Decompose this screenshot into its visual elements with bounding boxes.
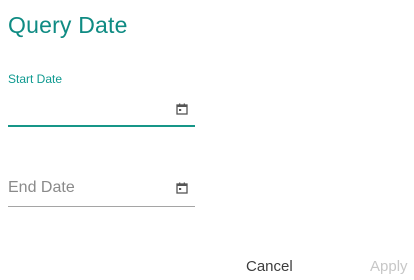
start-date-underline: [8, 125, 195, 127]
end-date-field[interactable]: End Date: [8, 179, 195, 209]
cancel-button[interactable]: Cancel: [246, 258, 293, 275]
end-date-underline: [8, 206, 195, 207]
calendar-icon[interactable]: [176, 103, 188, 115]
apply-button[interactable]: Apply: [370, 258, 408, 275]
dialog-title: Query Date: [8, 12, 128, 38]
end-date-placeholder: End Date: [8, 179, 75, 196]
calendar-icon[interactable]: [176, 182, 188, 194]
start-date-field[interactable]: Start Date: [8, 72, 195, 130]
start-date-label: Start Date: [8, 72, 63, 86]
